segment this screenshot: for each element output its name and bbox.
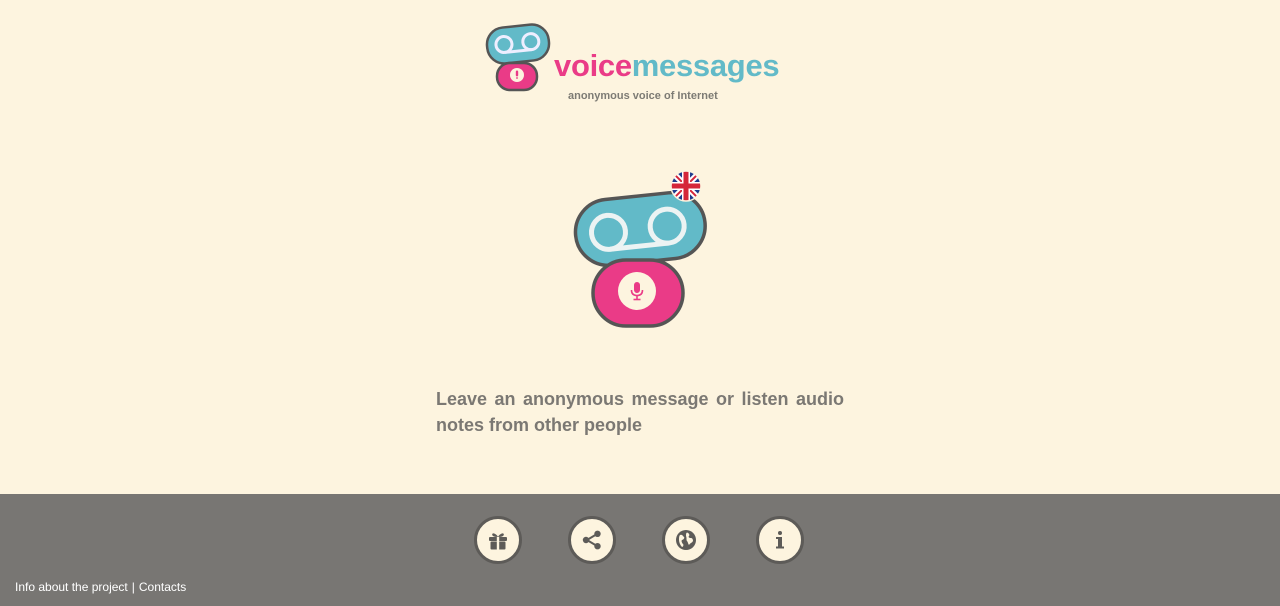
footer: Info about the project | Contacts — [0, 494, 1280, 606]
gift-button[interactable] — [474, 516, 522, 564]
microphone-icon — [618, 272, 656, 310]
share-button[interactable] — [568, 516, 616, 564]
info-icon — [776, 531, 784, 549]
info-link[interactable]: Info about the project — [15, 580, 128, 594]
uk-flag-icon[interactable] — [670, 170, 702, 207]
brand-title-part2: messages — [631, 48, 780, 83]
description-text: Leave an anonymous message or listen aud… — [436, 389, 844, 435]
link-separator: | — [131, 580, 135, 594]
brand-title[interactable]: voicemessages — [554, 48, 780, 83]
brand-title-part1: voice — [554, 48, 632, 83]
logo-icon[interactable] — [484, 22, 554, 92]
info-button[interactable] — [756, 516, 804, 564]
contacts-link[interactable]: Contacts — [139, 580, 186, 594]
globe-icon — [676, 530, 696, 550]
footer-links: Info about the project | Contacts — [15, 580, 186, 594]
share-icon — [582, 530, 601, 550]
language-button[interactable] — [662, 516, 710, 564]
gift-icon — [489, 533, 507, 550]
header: voicemessages anonymous voice of Interne… — [484, 22, 804, 108]
tagline: anonymous voice of Internet — [568, 90, 718, 102]
